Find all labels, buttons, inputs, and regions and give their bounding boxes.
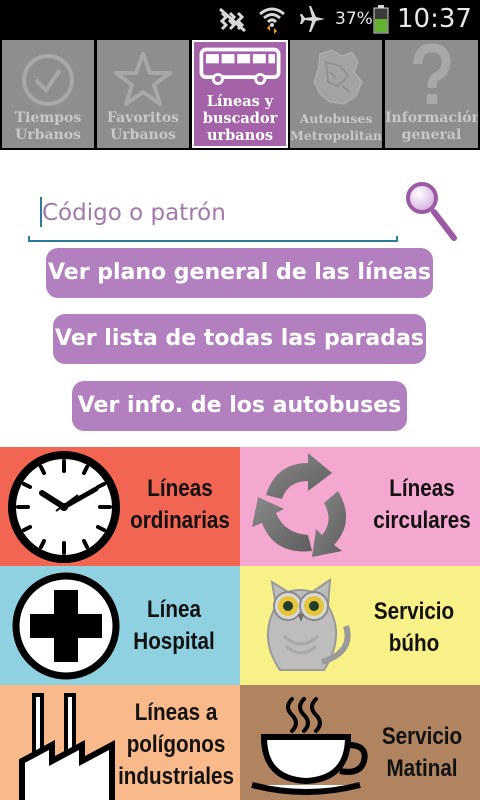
wifi-icon (259, 7, 285, 34)
tab-label: Líneas y buscador urbanos (202, 93, 278, 144)
tab-label: Autobuses Metropolitanos (290, 111, 382, 143)
clock-time: 10:37 (397, 4, 472, 34)
view-all-stops-button[interactable]: Ver lista de todas las paradas (53, 314, 426, 364)
tab-lineas-buscador[interactable]: Líneas y buscador urbanos (192, 40, 288, 148)
search-bar (28, 188, 398, 242)
clock-icon (22, 54, 74, 106)
tile-linea-hospital[interactable]: Línea Hospital (0, 566, 240, 685)
tile-label: Líneas ordinarias (130, 475, 230, 534)
tile-lineas-circulares[interactable]: Líneas circulares (240, 447, 480, 566)
tab-label: Información general (385, 110, 478, 143)
status-bar: 37% 10:37 (0, 0, 480, 38)
hospital-cross-icon (12, 572, 120, 680)
tab-informacion-general[interactable]: Información general (385, 40, 478, 148)
tile-label: Servicio búho (373, 598, 455, 657)
question-mark-icon (413, 43, 451, 104)
airplane-mode-icon (300, 6, 325, 32)
tile-label: Línea Hospital (133, 596, 215, 655)
factory-icon (19, 693, 115, 800)
region-map-icon (313, 49, 363, 105)
tab-label: Favoritos Urbanos (106, 110, 180, 143)
coffee-cup-icon (251, 697, 368, 795)
tab-tiempos-urbanos[interactable]: Tiempos Urbanos (2, 40, 94, 148)
owl-icon (266, 578, 351, 671)
tile-lineas-poligonos-industriales[interactable]: Líneas a polígonos industriales (0, 685, 240, 800)
view-bus-info-button[interactable]: Ver info. de los autobuses (72, 381, 407, 431)
clock-icon (8, 451, 120, 563)
tab-autobuses-metropolitanos[interactable]: Autobuses Metropolitanos (290, 40, 382, 148)
tab-favoritos-urbanos[interactable]: Favoritos Urbanos (97, 40, 189, 148)
tile-lineas-ordinarias[interactable]: Líneas ordinarias (0, 447, 240, 566)
text-cursor (40, 197, 42, 227)
search-input[interactable] (28, 188, 398, 238)
mute-icon (219, 7, 246, 33)
tile-label: Servicio Matinal (381, 723, 463, 782)
tile-label: Líneas circulares (373, 475, 471, 534)
star-icon (114, 52, 172, 106)
view-general-map-button[interactable]: Ver plano general de las líneas (46, 248, 433, 298)
bus-icon (199, 47, 281, 85)
magnifier-icon[interactable] (404, 180, 460, 244)
tile-servicio-matinal[interactable]: Servicio Matinal (240, 685, 480, 800)
tile-label: Líneas a polígonos industriales (118, 699, 234, 790)
tile-servicio-buho[interactable]: Servicio búho (240, 566, 480, 685)
circular-arrows-icon (252, 453, 347, 557)
tab-label: Tiempos Urbanos (14, 110, 82, 143)
search-underline (28, 236, 398, 242)
battery-icon (373, 5, 389, 34)
top-tab-bar: Tiempos Urbanos Favoritos Urbanos Líneas… (0, 38, 480, 150)
battery-percent: 37% (335, 9, 373, 29)
